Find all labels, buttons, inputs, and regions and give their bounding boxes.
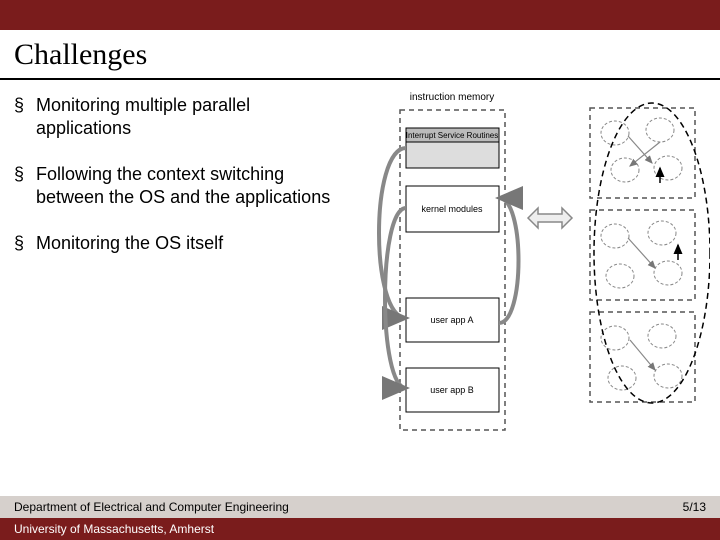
- university-footer: University of Massachusetts, Amherst: [0, 518, 720, 540]
- university-label: University of Massachusetts, Amherst: [14, 522, 214, 536]
- department-label: Department of Electrical and Computer En…: [14, 500, 289, 514]
- bullet-item: Monitoring multiple parallel application…: [14, 94, 334, 139]
- app-b-label: user app B: [430, 385, 474, 395]
- app-a-label: user app A: [430, 315, 473, 325]
- memory-diagram: instruction memory Interrupt Service Rou…: [360, 88, 710, 448]
- diagram-header-label: instruction memory: [410, 92, 494, 103]
- header-bar: [0, 0, 720, 30]
- department-footer: Department of Electrical and Computer En…: [0, 496, 720, 518]
- bidirectional-arrow-icon: [528, 208, 572, 228]
- process-group: [590, 108, 695, 198]
- isr-label: Interrupt Service Routines: [406, 131, 499, 140]
- content-area: Monitoring multiple parallel application…: [0, 80, 720, 510]
- bullet-item: Following the context switching between …: [14, 163, 334, 208]
- page-number: 5/13: [683, 500, 706, 514]
- process-group: [590, 312, 695, 402]
- process-group: [590, 210, 695, 300]
- bullet-list: Monitoring multiple parallel application…: [14, 94, 334, 255]
- kernel-label: kernel modules: [421, 204, 483, 214]
- slide-title: Challenges: [14, 38, 706, 72]
- title-area: Challenges: [0, 30, 720, 80]
- bullet-item: Monitoring the OS itself: [14, 232, 334, 255]
